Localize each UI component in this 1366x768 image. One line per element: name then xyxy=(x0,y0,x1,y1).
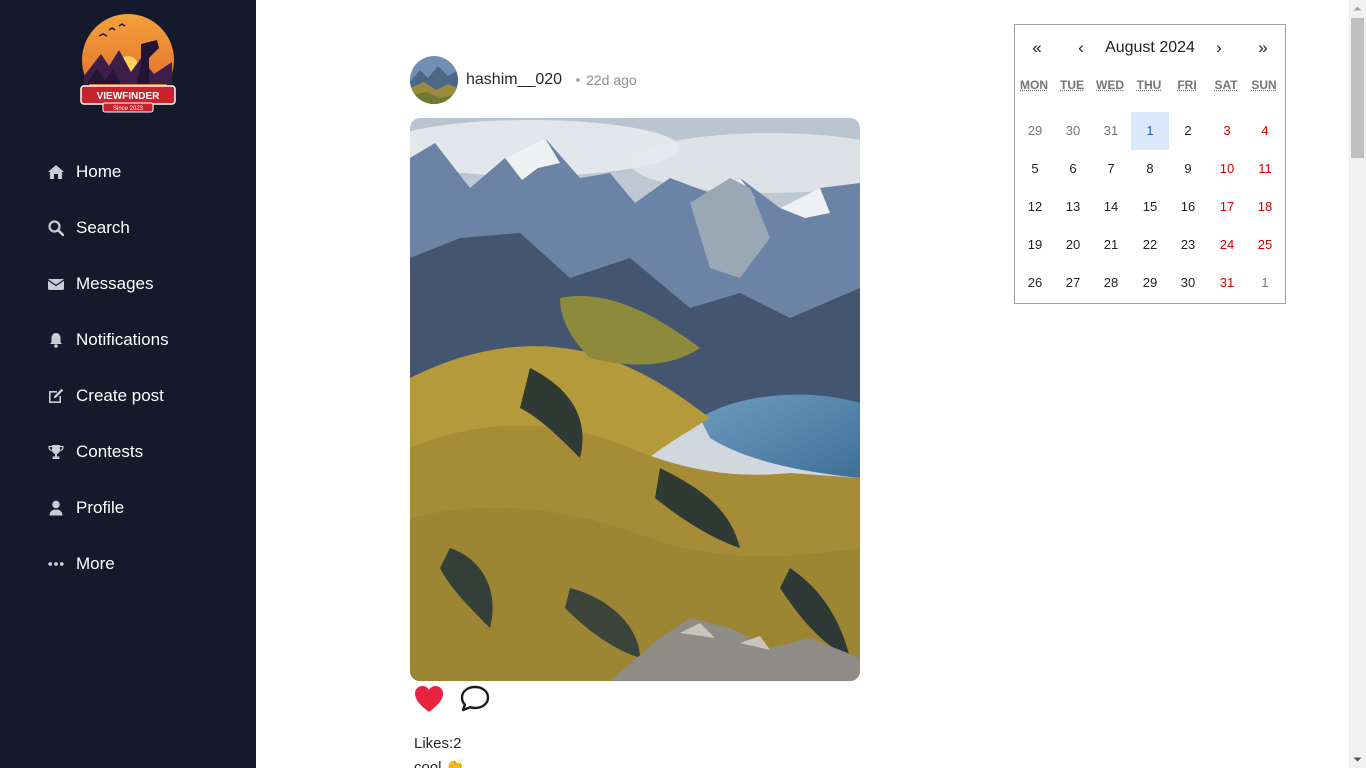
edit-icon xyxy=(48,388,64,404)
post-username[interactable]: hashim__020 xyxy=(466,71,562,89)
calendar-day[interactable]: 18 xyxy=(1246,188,1284,226)
calendar-day[interactable]: 6 xyxy=(1054,150,1092,188)
calendar-day[interactable]: 11 xyxy=(1246,150,1284,188)
calendar-day[interactable]: 24 xyxy=(1208,226,1246,264)
post-time: 22d ago xyxy=(586,72,637,88)
calendar-day[interactable]: 15 xyxy=(1131,188,1169,226)
page-scrollbar[interactable] xyxy=(1349,0,1366,768)
calendar-month-title[interactable]: August 2024 xyxy=(1095,37,1205,59)
sidebar-item-profile[interactable]: Profile xyxy=(48,480,124,536)
comment-button[interactable] xyxy=(458,684,492,718)
calendar-day[interactable]: 30 xyxy=(1054,112,1092,150)
sidebar-item-contests[interactable]: Contests xyxy=(48,424,143,480)
calendar-day[interactable]: 1 xyxy=(1246,264,1284,302)
avatar[interactable] xyxy=(410,56,458,104)
comment-icon xyxy=(460,685,490,718)
sidebar-item-notifications[interactable]: Notifications xyxy=(48,312,169,368)
likes-count: Likes:2 xyxy=(414,735,462,752)
calendar-day[interactable]: 9 xyxy=(1169,150,1207,188)
svg-text:VIEWFINDER: VIEWFINDER xyxy=(97,91,161,102)
sidebar-item-label: Search xyxy=(76,218,130,238)
calendar-day[interactable]: 4 xyxy=(1246,112,1284,150)
calendar-day[interactable]: 10 xyxy=(1208,150,1246,188)
sidebar-item-more[interactable]: More xyxy=(48,536,115,592)
calendar-day[interactable]: 13 xyxy=(1054,188,1092,226)
separator-dot xyxy=(576,78,580,82)
scroll-thumb[interactable] xyxy=(1351,18,1364,158)
sidebar-item-label: Home xyxy=(76,162,121,182)
calendar-day[interactable]: 12 xyxy=(1016,188,1054,226)
calendar-weekday-label: MON xyxy=(1016,77,1052,93)
calendar-weekday-label: SUN xyxy=(1246,77,1282,93)
post-caption: cool 👏 xyxy=(414,758,464,768)
calendar-next-month-button[interactable]: › xyxy=(1204,37,1234,59)
user-icon xyxy=(48,500,64,516)
sidebar-item-home[interactable]: Home xyxy=(48,144,121,200)
calendar-next-year-button[interactable]: » xyxy=(1248,37,1278,59)
calendar-day[interactable]: 29 xyxy=(1016,112,1054,150)
calendar-prev-month-button[interactable]: ‹ xyxy=(1066,37,1096,59)
sidebar-item-label: Contests xyxy=(76,442,143,462)
viewfinder-logo[interactable]: VIEWFINDER Since 2023 xyxy=(79,14,177,114)
calendar-weekday-label: THU xyxy=(1131,77,1167,93)
calendar-day[interactable]: 5 xyxy=(1016,150,1054,188)
calendar-day[interactable]: 31 xyxy=(1208,264,1246,302)
calendar-weekday-label: TUE xyxy=(1054,77,1090,93)
calendar-day[interactable]: 29 xyxy=(1131,264,1169,302)
more-dots-icon xyxy=(48,556,64,572)
calendar-day[interactable]: 1 xyxy=(1131,112,1169,150)
post-actions xyxy=(410,684,492,718)
post-header: hashim__020 22d ago xyxy=(410,56,637,104)
sidebar-item-create-post[interactable]: Create post xyxy=(48,368,164,424)
calendar-day[interactable]: 22 xyxy=(1131,226,1169,264)
calendar-day[interactable]: 8 xyxy=(1131,150,1169,188)
calendar-day[interactable]: 3 xyxy=(1208,112,1246,150)
calendar-prev-year-button[interactable]: « xyxy=(1022,37,1052,59)
calendar-day[interactable]: 17 xyxy=(1208,188,1246,226)
calendar-navigation: « ‹ August 2024 › » xyxy=(1015,25,1285,69)
calendar-day[interactable]: 27 xyxy=(1054,264,1092,302)
calendar-day[interactable]: 25 xyxy=(1246,226,1284,264)
calendar-day[interactable]: 30 xyxy=(1169,264,1207,302)
sidebar-item-label: Profile xyxy=(76,498,124,518)
sidebar: VIEWFINDER Since 2023 Home Search Messag… xyxy=(0,0,256,768)
calendar-day[interactable]: 28 xyxy=(1092,264,1130,302)
bell-icon xyxy=(48,332,64,348)
heart-icon xyxy=(414,685,444,718)
calendar-day[interactable]: 16 xyxy=(1169,188,1207,226)
calendar-day[interactable]: 31 xyxy=(1092,112,1130,150)
envelope-icon xyxy=(48,276,64,292)
sidebar-item-label: Create post xyxy=(76,386,164,406)
calendar-day[interactable]: 7 xyxy=(1092,150,1130,188)
calendar-weekday-label: SAT xyxy=(1208,77,1244,93)
calendar-day[interactable]: 19 xyxy=(1016,226,1054,264)
calendar-day[interactable]: 14 xyxy=(1092,188,1130,226)
calendar-day[interactable]: 21 xyxy=(1092,226,1130,264)
calendar-day[interactable]: 26 xyxy=(1016,264,1054,302)
search-icon xyxy=(48,220,64,236)
post-image[interactable] xyxy=(410,118,860,681)
calendar-weekday-label: WED xyxy=(1092,77,1128,93)
calendar-day[interactable]: 2 xyxy=(1169,112,1207,150)
sidebar-item-label: Messages xyxy=(76,274,153,294)
like-button[interactable] xyxy=(410,684,448,718)
sidebar-item-label: More xyxy=(76,554,115,574)
sidebar-item-messages[interactable]: Messages xyxy=(48,256,153,312)
calendar-day[interactable]: 20 xyxy=(1054,226,1092,264)
calendar: « ‹ August 2024 › » MON TUE WED THU FRI SAT SU… xyxy=(1014,24,1286,304)
sidebar-item-label: Notifications xyxy=(76,330,169,350)
trophy-icon xyxy=(48,444,64,460)
svg-text:Since 2023: Since 2023 xyxy=(113,106,144,112)
scroll-up-arrow-icon[interactable] xyxy=(1349,0,1366,17)
calendar-day[interactable]: 23 xyxy=(1169,226,1207,264)
calendar-weekday-label: FRI xyxy=(1169,77,1205,93)
scroll-down-arrow-icon[interactable] xyxy=(1349,751,1366,768)
sidebar-item-search[interactable]: Search xyxy=(48,200,130,256)
home-icon xyxy=(48,164,64,180)
